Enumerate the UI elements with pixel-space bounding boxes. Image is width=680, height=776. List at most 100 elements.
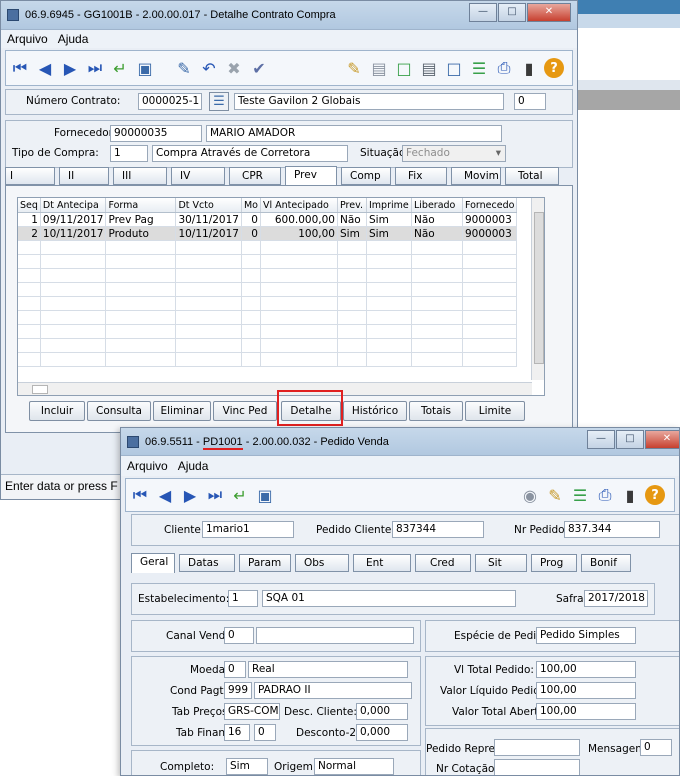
cancel-icon[interactable]: ✖ <box>224 58 244 78</box>
menu-arquivo[interactable]: Arquivo <box>127 459 168 473</box>
org-chart-icon[interactable]: ☰ <box>209 92 229 111</box>
tab-fix[interactable]: Fix <box>395 167 447 185</box>
undo-icon[interactable]: ↶ <box>199 58 219 78</box>
tab-movim[interactable]: Movim <box>451 167 501 185</box>
cliente-field[interactable]: 1mario1 <box>202 521 294 538</box>
tab-ii[interactable]: II <box>59 167 109 185</box>
table-row[interactable] <box>18 254 518 269</box>
scroll-thumb[interactable] <box>32 385 48 394</box>
situacao-select[interactable]: Fechado ▾ <box>402 145 506 162</box>
minimize-button[interactable]: — <box>469 3 497 22</box>
close-button[interactable]: ✕ <box>527 3 571 22</box>
horizontal-scrollbar[interactable] <box>18 382 532 395</box>
col-imprime[interactable]: Imprime <box>366 198 412 213</box>
tab-prev[interactable]: Prev <box>285 166 337 186</box>
tab-datas[interactable]: Datas <box>179 554 235 572</box>
safra-field[interactable]: 2017/2018 <box>584 590 648 607</box>
anticipation-grid[interactable]: Seq Dt Antecipa Forma Dt Vcto Mo Vl Ante… <box>17 197 545 396</box>
print-icon[interactable]: ⎙ <box>494 58 514 78</box>
zoom-icon[interactable]: ▤ <box>369 58 389 78</box>
table-row[interactable] <box>18 338 518 353</box>
tipo-compra-desc-field[interactable]: Compra Através de Corretora <box>152 145 348 162</box>
tab-precos-field[interactable]: GRS-COMP <box>224 703 280 720</box>
estabelecimento-code-field[interactable]: 1 <box>228 590 258 607</box>
nr-cotacao-field[interactable] <box>494 759 580 775</box>
contract-extra-field[interactable]: 0 <box>514 93 546 110</box>
minimize-button[interactable]: — <box>587 430 615 449</box>
tab-financ-field[interactable]: 16 <box>224 724 250 741</box>
query-icon[interactable]: ✎ <box>344 58 364 78</box>
col-dt-vcto[interactable]: Dt Vcto <box>175 198 242 213</box>
last-record-icon[interactable]: ⏭ <box>205 485 225 505</box>
help-icon[interactable]: ? <box>645 485 665 505</box>
origem-field[interactable]: Normal <box>314 758 394 775</box>
contract-description-field[interactable]: Teste Gavilon 2 Globais <box>234 93 504 110</box>
list-icon[interactable]: ▤ <box>419 58 439 78</box>
tab-bonif[interactable]: Bonif <box>581 554 631 572</box>
col-seq[interactable]: Seq <box>18 198 41 213</box>
maximize-button[interactable]: □ <box>616 430 644 449</box>
col-prev[interactable]: Prev. <box>337 198 367 213</box>
completo-field[interactable]: Sim <box>226 758 268 775</box>
tab-ent[interactable]: Ent <box>353 554 411 572</box>
first-record-icon[interactable]: ⏮ <box>10 58 30 78</box>
vl-total-field[interactable]: 100,00 <box>536 661 636 678</box>
next-record-icon[interactable]: ▶ <box>180 485 200 505</box>
last-record-icon[interactable]: ⏭ <box>85 58 105 78</box>
maximize-button[interactable]: □ <box>498 3 526 22</box>
scroll-thumb[interactable] <box>534 212 544 364</box>
goto-icon[interactable]: ↵ <box>230 485 250 505</box>
pedido-repres-field[interactable] <box>494 739 580 756</box>
tipo-compra-code-field[interactable]: 1 <box>110 145 148 162</box>
table-row[interactable] <box>18 310 518 325</box>
valor-liquido-field[interactable]: 100,00 <box>536 682 636 699</box>
exit-icon[interactable]: ▮ <box>519 58 539 78</box>
tab-sit[interactable]: Sit <box>475 554 527 572</box>
cond-pagto-code-field[interactable]: 999 <box>224 682 252 699</box>
tab-obs[interactable]: Obs <box>295 554 349 572</box>
exit-icon[interactable]: ▮ <box>620 485 640 505</box>
col-mo[interactable]: Mo <box>241 198 261 213</box>
vertical-scrollbar[interactable] <box>531 198 544 380</box>
totais-button[interactable]: Totais <box>409 401 463 421</box>
eliminar-button[interactable]: Eliminar <box>153 401 211 421</box>
limite-button[interactable]: Limite <box>465 401 525 421</box>
save-icon[interactable]: ✔ <box>249 58 269 78</box>
nr-pedido-field[interactable]: 837.344 <box>564 521 660 538</box>
table-row[interactable]: 2 10/11/2017 Produto 10/11/2017 0 100,00… <box>18 226 518 241</box>
first-record-icon[interactable]: ⏮ <box>130 485 150 505</box>
tab-cpr[interactable]: CPR <box>229 167 281 185</box>
tab-geral[interactable]: Geral <box>131 553 175 573</box>
tab-comp[interactable]: Comp <box>341 167 391 185</box>
tree-icon[interactable]: ☰ <box>469 58 489 78</box>
historico-button[interactable]: Histórico <box>343 401 407 421</box>
tab-financ-2-field[interactable]: 0 <box>254 724 276 741</box>
tab-prog[interactable]: Prog <box>531 554 577 572</box>
search-icon[interactable]: ▣ <box>255 485 275 505</box>
next-record-icon[interactable]: ▶ <box>60 58 80 78</box>
search-icon[interactable]: ▣ <box>135 58 155 78</box>
print-icon[interactable]: ⎙ <box>595 485 615 505</box>
incluir-button[interactable]: Incluir <box>29 401 85 421</box>
valor-aberto-field[interactable]: 100,00 <box>536 703 636 720</box>
col-dt-antecipa[interactable]: Dt Antecipa <box>40 198 107 213</box>
menu-arquivo[interactable]: Arquivo <box>7 32 48 46</box>
mensagem-field[interactable]: 0 <box>640 739 672 756</box>
table-row[interactable] <box>18 324 518 339</box>
menu-ajuda[interactable]: Ajuda <box>178 459 209 473</box>
tab-param[interactable]: Param <box>239 554 291 572</box>
new-icon[interactable]: □ <box>394 58 414 78</box>
tab-total[interactable]: Total <box>505 167 559 185</box>
table-row[interactable]: 1 09/11/2017 Prev Pag 30/11/2017 0 600.0… <box>18 212 518 227</box>
table-row[interactable] <box>18 296 518 311</box>
table-row[interactable] <box>18 352 518 367</box>
tab-iv[interactable]: IV <box>171 167 225 185</box>
tab-i[interactable]: I <box>5 167 55 185</box>
table-row[interactable] <box>18 240 518 255</box>
help-icon[interactable]: ? <box>544 58 564 78</box>
estabelecimento-name-field[interactable]: SQA 01 <box>262 590 516 607</box>
tree-icon[interactable]: ☰ <box>570 485 590 505</box>
menu-ajuda[interactable]: Ajuda <box>58 32 89 46</box>
consulta-button[interactable]: Consulta <box>87 401 151 421</box>
col-liberado[interactable]: Liberado <box>411 198 463 213</box>
